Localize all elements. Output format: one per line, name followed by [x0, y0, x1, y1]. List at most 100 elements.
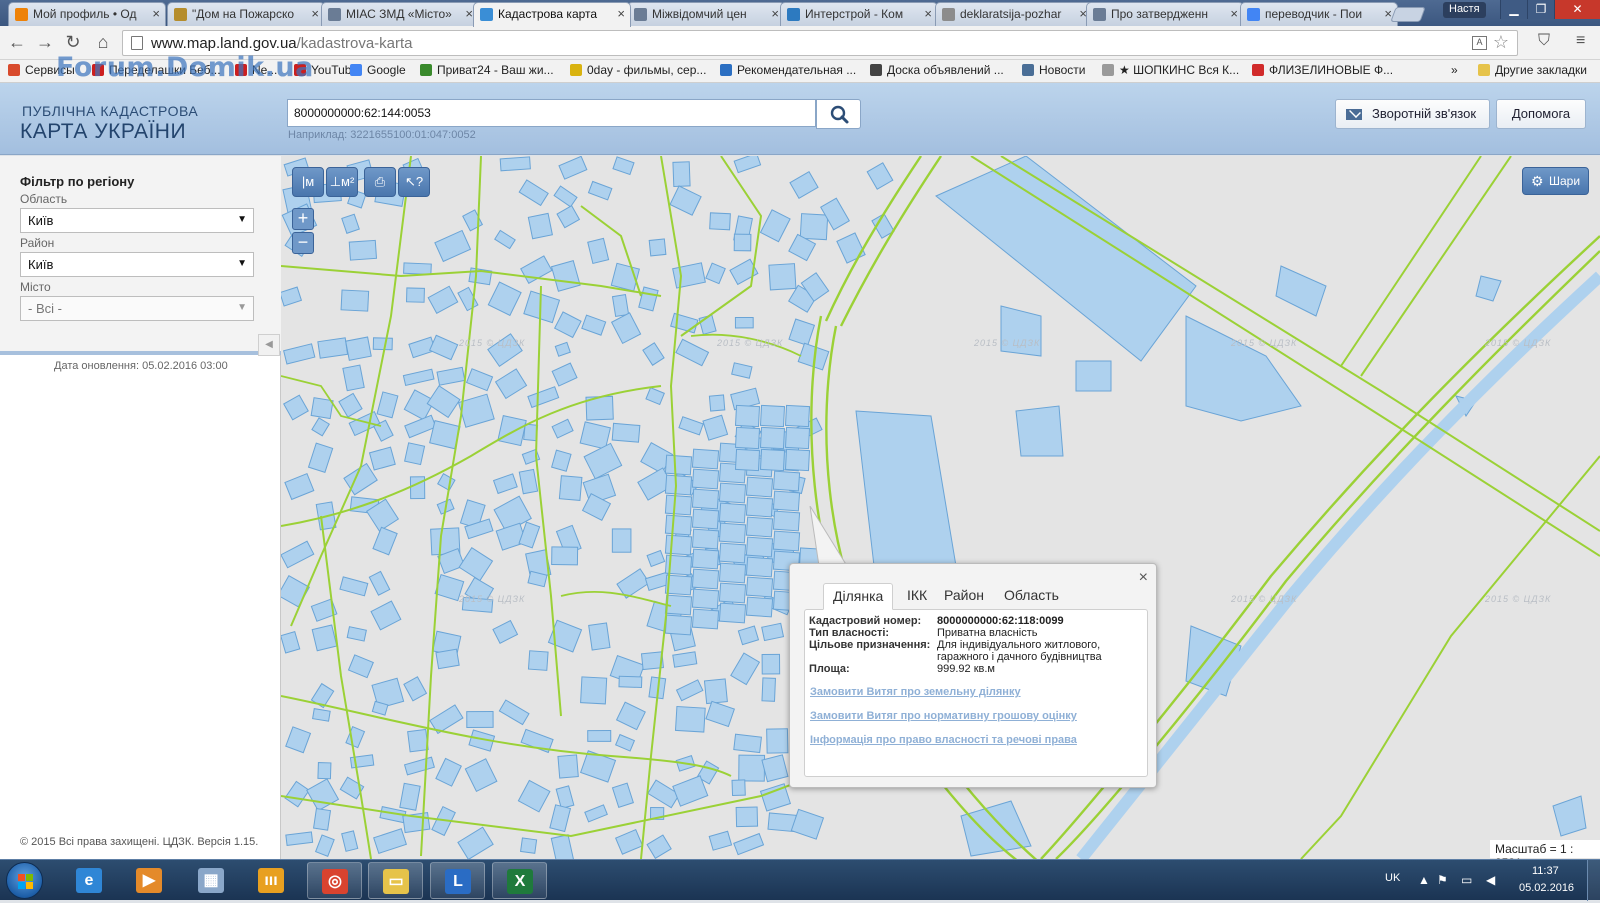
- close-tab-icon[interactable]: ×: [617, 6, 625, 21]
- land-parcel[interactable]: [457, 393, 495, 428]
- land-parcel[interactable]: [960, 800, 1032, 857]
- land-parcel[interactable]: [527, 212, 553, 240]
- browser-tab[interactable]: Кадастрова карта ×: [473, 2, 631, 27]
- land-parcel[interactable]: [435, 757, 462, 787]
- land-parcel[interactable]: [551, 546, 579, 566]
- land-parcel[interactable]: [368, 570, 391, 596]
- bookmark-item[interactable]: ФЛИЗЕЛИНОВЫЕ Ф...: [1252, 63, 1393, 77]
- land-parcel[interactable]: [520, 837, 538, 854]
- land-parcel[interactable]: [281, 631, 301, 654]
- land-parcel[interactable]: [772, 470, 801, 492]
- land-parcel[interactable]: [691, 608, 720, 630]
- help-button[interactable]: Допомога: [1496, 99, 1586, 129]
- taskbar-app[interactable]: X: [492, 862, 547, 899]
- land-parcel[interactable]: [789, 171, 819, 199]
- land-parcel[interactable]: [731, 362, 753, 379]
- cadastral-map[interactable]: 2015 © ЦДЗК 2015 © ЦДЗК 2015 © ЦДЗК 2015…: [281, 156, 1600, 859]
- land-parcel[interactable]: [664, 514, 693, 536]
- land-parcel[interactable]: [1075, 360, 1112, 392]
- land-parcel[interactable]: [427, 285, 459, 315]
- tab-oblast[interactable]: Область: [995, 583, 1068, 610]
- land-parcel[interactable]: [373, 828, 407, 854]
- land-parcel[interactable]: [672, 262, 706, 289]
- land-parcel[interactable]: [638, 286, 659, 312]
- land-parcel[interactable]: [745, 556, 774, 578]
- bookmark-item[interactable]: ★ ШОПКИНС Вся К...: [1102, 63, 1239, 77]
- bookmark-item[interactable]: Новости: [1022, 63, 1085, 77]
- land-parcel[interactable]: [718, 562, 747, 584]
- land-parcel[interactable]: [784, 426, 811, 450]
- land-parcel[interactable]: [281, 540, 315, 569]
- land-parcel[interactable]: [283, 394, 309, 421]
- land-parcel[interactable]: [409, 476, 426, 500]
- land-parcel[interactable]: [588, 622, 611, 651]
- land-parcel[interactable]: [317, 762, 332, 780]
- bookmark-item[interactable]: Google: [350, 63, 406, 77]
- clock-date[interactable]: 05.02.2016: [1519, 882, 1574, 894]
- land-parcel[interactable]: [527, 650, 549, 671]
- land-parcel[interactable]: [691, 548, 720, 570]
- land-parcel[interactable]: [691, 488, 720, 510]
- land-parcel[interactable]: [737, 625, 760, 646]
- land-parcel[interactable]: [339, 576, 369, 597]
- close-tab-icon[interactable]: ×: [924, 6, 932, 21]
- land-parcel[interactable]: [494, 229, 516, 250]
- site-logo-line1[interactable]: ПУБЛІЧНА КАДАСТРОВА: [22, 103, 198, 119]
- land-parcel[interactable]: [551, 449, 572, 472]
- land-parcel[interactable]: [580, 676, 608, 705]
- land-parcel[interactable]: [581, 314, 607, 336]
- bookmark-item[interactable]: Приват24 - Ваш жи...: [420, 63, 554, 77]
- land-parcel[interactable]: [768, 263, 797, 291]
- volume-icon[interactable]: ◀: [1486, 873, 1495, 887]
- land-parcel[interactable]: [1000, 305, 1042, 357]
- land-parcel[interactable]: [759, 783, 792, 812]
- land-parcel[interactable]: [935, 156, 1197, 362]
- land-parcel[interactable]: [518, 468, 539, 495]
- land-parcel[interactable]: [403, 262, 432, 276]
- land-parcel[interactable]: [551, 362, 578, 387]
- land-parcel[interactable]: [584, 804, 608, 823]
- land-parcel[interactable]: [734, 316, 754, 329]
- land-parcel[interactable]: [618, 675, 643, 689]
- land-parcel[interactable]: [556, 205, 581, 229]
- land-parcel[interactable]: [611, 782, 634, 808]
- land-parcel[interactable]: [733, 233, 752, 252]
- identify-tool-button[interactable]: ↖?: [398, 167, 430, 197]
- order-valuation-extract-link[interactable]: Замовити Витяг про нормативну грошову оц…: [810, 710, 1077, 722]
- layers-button[interactable]: ⚙ Шари: [1522, 167, 1589, 195]
- land-parcel[interactable]: [718, 522, 747, 544]
- browser-tab[interactable]: "Дом на Пожарско ×: [167, 2, 325, 26]
- keyboard-language[interactable]: UK: [1385, 872, 1400, 884]
- land-parcel[interactable]: [664, 474, 693, 496]
- browser-tab[interactable]: deklaratsija-pozhar ×: [935, 2, 1093, 26]
- close-tab-icon[interactable]: ×: [465, 6, 473, 21]
- land-parcel[interactable]: [550, 834, 575, 859]
- show-desktop-button[interactable]: [1587, 860, 1600, 901]
- land-parcel[interactable]: [497, 415, 527, 447]
- land-parcel[interactable]: [311, 624, 338, 652]
- land-parcel[interactable]: [583, 442, 623, 480]
- translate-icon[interactable]: A: [1472, 36, 1487, 50]
- land-parcel[interactable]: [610, 312, 642, 345]
- land-parcel[interactable]: [708, 830, 733, 851]
- land-parcel[interactable]: [1015, 405, 1064, 457]
- land-parcel[interactable]: [406, 287, 425, 303]
- land-parcel[interactable]: [836, 232, 866, 264]
- land-parcel[interactable]: [614, 828, 644, 855]
- tab-raion[interactable]: Район: [935, 583, 993, 610]
- land-parcel[interactable]: [718, 542, 747, 564]
- browser-tab[interactable]: переводчик - Пои ×: [1240, 2, 1398, 26]
- land-parcel[interactable]: [745, 576, 774, 598]
- land-parcel[interactable]: [494, 368, 528, 400]
- land-parcel[interactable]: [612, 156, 635, 176]
- clock-time[interactable]: 11:37: [1532, 865, 1559, 877]
- taskbar-app[interactable]: ııı: [244, 862, 299, 899]
- land-parcel[interactable]: [702, 414, 729, 441]
- land-parcel[interactable]: [866, 162, 894, 190]
- land-parcel[interactable]: [550, 260, 581, 292]
- network-icon[interactable]: ▭: [1461, 873, 1472, 887]
- land-parcel[interactable]: [799, 213, 829, 241]
- close-tab-icon[interactable]: ×: [152, 6, 160, 21]
- close-tab-icon[interactable]: ×: [311, 6, 319, 21]
- land-parcel[interactable]: [555, 785, 575, 810]
